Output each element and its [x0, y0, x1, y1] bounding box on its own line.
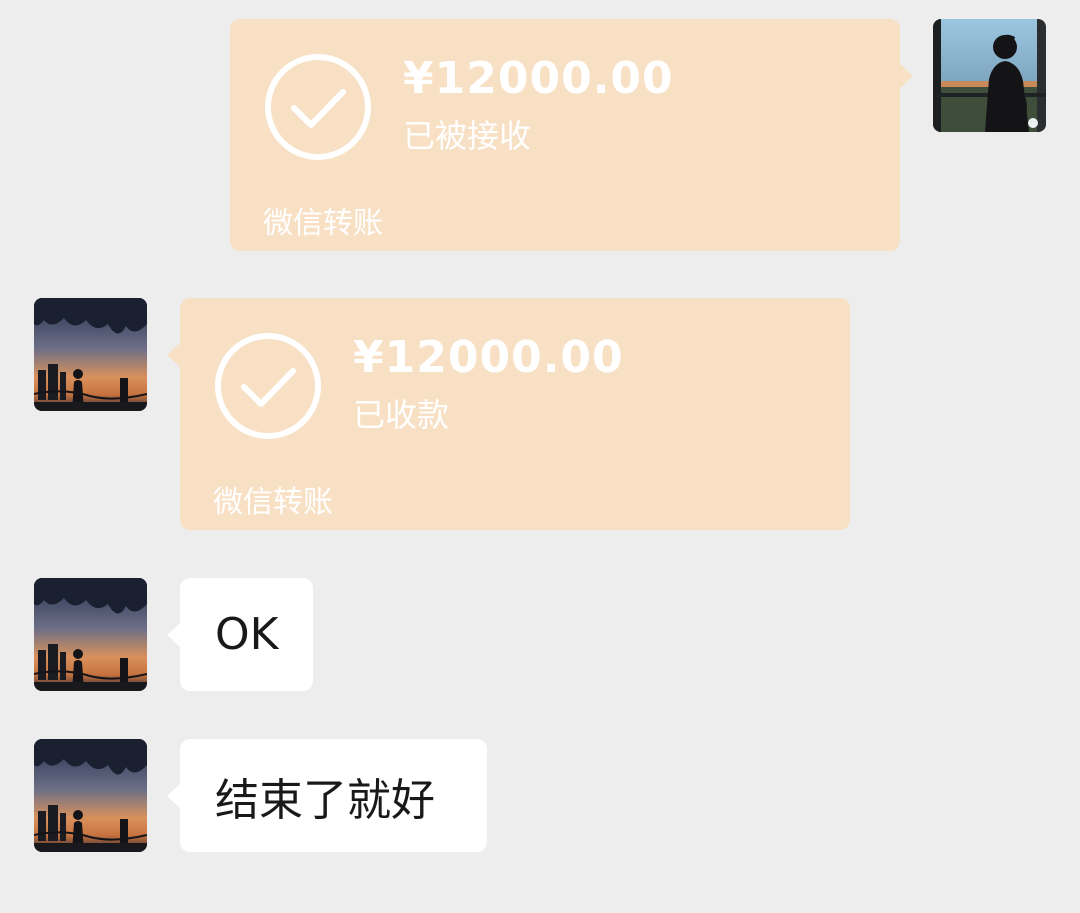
check-circle-icon	[215, 333, 321, 439]
transfer-label: 微信转账	[263, 206, 383, 241]
sunset-silhouette-avatar-icon	[34, 578, 147, 691]
transfer-status: 已被接收	[403, 117, 532, 155]
bubble-tail	[167, 622, 181, 648]
check-circle-icon	[265, 54, 371, 160]
transfer-amount: ¥12000.00	[353, 332, 624, 383]
transfer-card-received[interactable]: ¥12000.00 已收款 微信转账	[167, 298, 850, 530]
transfer-label: 微信转账	[213, 485, 333, 520]
sunset-silhouette-avatar-icon	[34, 298, 147, 411]
avatar-contact[interactable]	[34, 739, 147, 852]
sunset-silhouette-avatar-icon	[34, 739, 147, 852]
avatar-contact[interactable]	[34, 298, 147, 411]
avatar-self[interactable]	[933, 19, 1046, 132]
transfer-status: 已收款	[353, 396, 450, 434]
bubble-tail	[899, 63, 913, 89]
avatar-contact[interactable]	[34, 578, 147, 691]
message-text: OK	[215, 609, 279, 660]
silhouette-window-avatar-icon	[933, 19, 1046, 132]
transfer-card-sent[interactable]: ¥12000.00 已被接收 微信转账	[230, 19, 913, 251]
text-message-bubble[interactable]: OK	[167, 578, 313, 691]
bubble-tail	[167, 783, 181, 809]
transfer-amount: ¥12000.00	[403, 53, 674, 104]
bubble-tail	[167, 342, 181, 368]
message-text: 结束了就好	[215, 774, 435, 826]
text-message-bubble[interactable]: 结束了就好	[167, 739, 487, 852]
